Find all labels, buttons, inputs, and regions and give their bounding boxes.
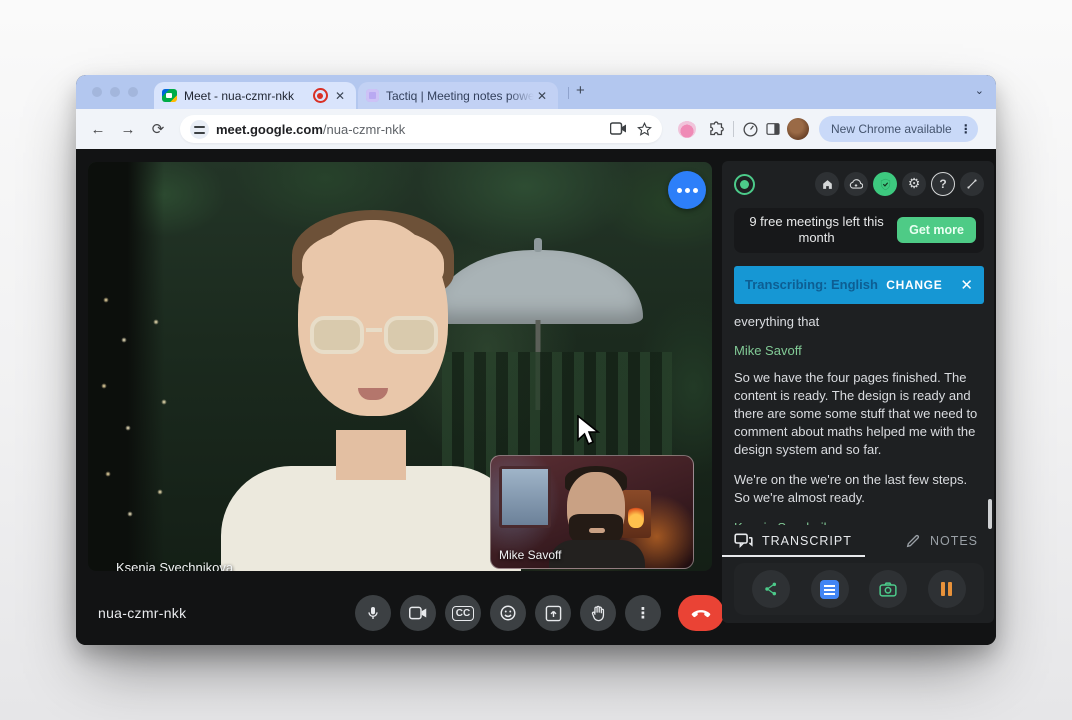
docs-icon	[820, 580, 839, 599]
forward-button[interactable]: →	[116, 121, 140, 138]
tab-notes[interactable]: NOTES	[905, 533, 984, 549]
transcript-text: So we have the four pages finished. The …	[734, 369, 984, 459]
recording-indicator-icon	[313, 88, 328, 103]
tab-close-icon[interactable]: ✕	[534, 89, 550, 103]
screenshot-button[interactable]	[869, 570, 907, 608]
shield-check-icon[interactable]	[873, 172, 897, 196]
tab-tactiq[interactable]: Tactiq | Meeting notes powe ✕	[358, 82, 558, 109]
journeys-icon[interactable]	[742, 121, 759, 138]
home-icon[interactable]	[815, 172, 839, 196]
tab-search-chevron-icon[interactable]: ⌄	[975, 84, 984, 97]
tactiq-sidebar: ⚙ ? 9 free meetings left this month Get …	[722, 161, 994, 623]
chat-icon	[734, 533, 753, 549]
pencil-icon	[905, 533, 921, 549]
reload-button[interactable]: ⟳	[146, 120, 170, 138]
pip-video-tile[interactable]: Mike Savoff	[490, 455, 694, 569]
chrome-update-button[interactable]: New Chrome available ⋮	[819, 116, 978, 142]
tactiq-header: ⚙ ?	[734, 170, 984, 198]
transcribing-bar: Transcribing: English CHANGE ✕	[734, 266, 984, 304]
tab-separator	[568, 87, 569, 99]
browser-toolbar: ← → ⟳ meet.google.com/nua-czmr-nkk New C…	[76, 109, 996, 149]
string-lights	[94, 282, 184, 542]
detach-panel-icon[interactable]	[960, 172, 984, 196]
site-settings-icon[interactable]	[190, 120, 209, 139]
main-participant-name: Ksenia Svechnikova	[116, 560, 233, 571]
end-call-button[interactable]	[678, 595, 724, 631]
back-button[interactable]: ←	[86, 121, 110, 138]
pip-fireplace	[621, 490, 651, 538]
present-button[interactable]	[535, 595, 571, 631]
active-tab-underline	[722, 555, 865, 557]
address-bar[interactable]: meet.google.com/nua-czmr-nkk	[180, 115, 662, 143]
tab-transcript-label: TRANSCRIPT	[762, 534, 852, 548]
window-controls[interactable]	[92, 87, 138, 97]
url-text: meet.google.com/nua-czmr-nkk	[216, 122, 603, 137]
browser-menu-kebab-icon[interactable]: ⋮	[960, 122, 972, 136]
mouse-cursor	[576, 415, 602, 447]
pip-background-window	[499, 466, 551, 528]
cloud-upload-icon[interactable]	[844, 172, 868, 196]
browser-window: Meet - nua-czmr-nkk ✕ Tactiq | Meeting n…	[76, 75, 996, 645]
extensions-puzzle-icon[interactable]	[708, 121, 725, 138]
meet-page: Ksenia Svechnikova Mike Savoff nua-czmr-…	[76, 149, 996, 645]
tactiq-tabs: TRANSCRIPT NOTES	[734, 525, 984, 557]
glasses	[310, 316, 438, 356]
transcript-panel[interactable]: everything that Mike Savoff So we have t…	[734, 313, 984, 526]
meeting-code: nua-czmr-nkk	[98, 605, 186, 621]
pause-icon	[941, 582, 952, 596]
profile-avatar[interactable]	[787, 118, 809, 140]
tab-tactiq-title: Tactiq | Meeting notes powe	[386, 89, 534, 103]
settings-gear-icon[interactable]: ⚙	[902, 172, 926, 196]
new-tab-button[interactable]: +	[576, 82, 585, 99]
tab-strip: Meet - nua-czmr-nkk ✕ Tactiq | Meeting n…	[76, 75, 996, 109]
chrome-update-label: New Chrome available	[831, 122, 952, 136]
help-icon[interactable]: ?	[931, 172, 955, 196]
side-panel-icon[interactable]	[765, 121, 781, 137]
change-language-button[interactable]: CHANGE	[886, 278, 942, 292]
transcript-text: We're on the we're on the last few steps…	[734, 471, 984, 507]
free-meetings-banner: 9 free meetings left this month Get more	[734, 208, 984, 253]
transcript-fragment: everything that	[734, 313, 984, 331]
close-transcribing-icon[interactable]: ✕	[960, 276, 973, 294]
transcribing-label: Transcribing: English	[745, 277, 878, 292]
toolbar-divider	[733, 121, 734, 137]
participant-ksenia	[206, 220, 536, 571]
mic-button[interactable]	[355, 595, 391, 631]
tab-close-icon[interactable]: ✕	[332, 89, 348, 103]
speaker-name: Mike Savoff	[734, 342, 984, 360]
tactiq-favicon-icon	[366, 89, 379, 102]
raise-hand-button[interactable]	[580, 595, 616, 631]
pause-recording-button[interactable]	[928, 570, 966, 608]
get-more-button[interactable]: Get more	[897, 217, 976, 243]
share-button[interactable]	[752, 570, 790, 608]
meetings-left-text: 9 free meetings left this month	[744, 214, 889, 247]
chat-bubble-button[interactable]	[668, 171, 706, 209]
tab-meet[interactable]: Meet - nua-czmr-nkk ✕	[154, 82, 356, 109]
more-options-button[interactable]: ⋮	[625, 595, 661, 631]
sidebar-scrollbar[interactable]	[988, 499, 992, 529]
bookmark-star-icon[interactable]	[637, 122, 652, 137]
tactiq-logo-icon	[734, 174, 755, 195]
extension-pink-icon[interactable]	[678, 120, 696, 138]
captions-button[interactable]: CC	[445, 595, 481, 631]
pip-participant-name: Mike Savoff	[499, 548, 561, 562]
camera-allowed-icon[interactable]	[610, 122, 627, 135]
tab-transcript[interactable]: TRANSCRIPT	[734, 533, 852, 549]
tab-notes-label: NOTES	[930, 534, 978, 548]
reactions-button[interactable]	[490, 595, 526, 631]
tactiq-action-bar	[734, 563, 984, 615]
tab-meet-title: Meet - nua-czmr-nkk	[184, 89, 309, 103]
camera-button[interactable]	[400, 595, 436, 631]
google-docs-button[interactable]	[811, 570, 849, 608]
meet-favicon-icon	[162, 89, 177, 102]
